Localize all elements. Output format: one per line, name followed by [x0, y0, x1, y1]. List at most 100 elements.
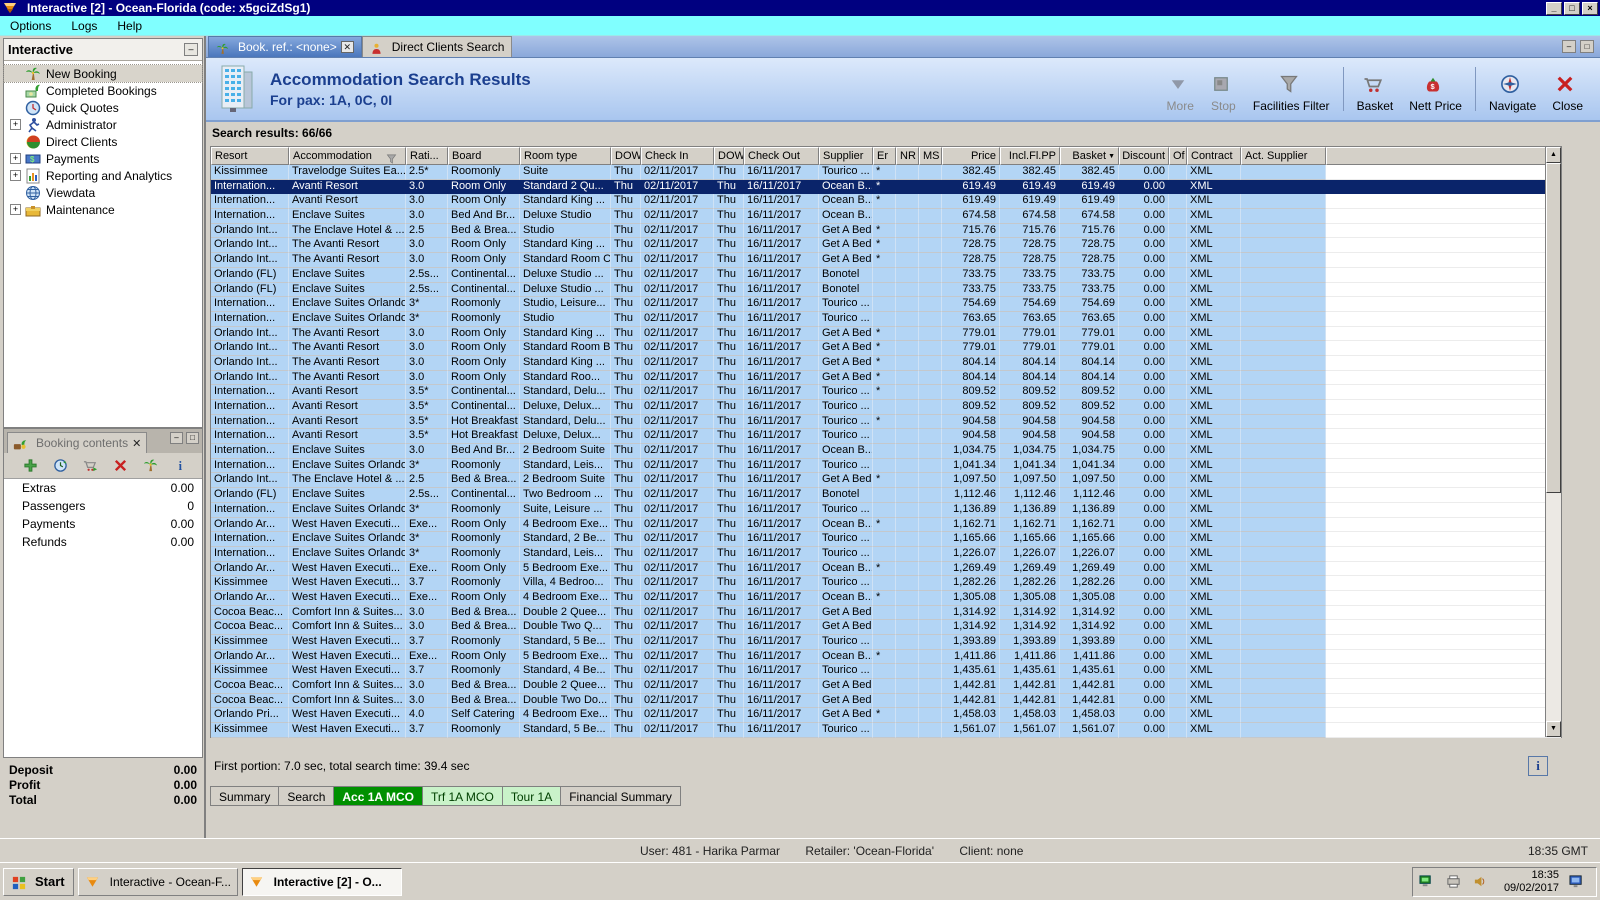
result-row[interactable]: Internation...Enclave Suites Orlando3*Ro…	[211, 312, 1561, 327]
column-header-act-supplier[interactable]: Act. Supplier	[1241, 147, 1326, 165]
menu-item-logs[interactable]: Logs	[61, 17, 107, 35]
result-row[interactable]: Orlando (FL)Enclave Suites2.5s...Contine…	[211, 488, 1561, 503]
column-header-accommodation[interactable]: Accommodation	[289, 147, 406, 165]
column-header-price[interactable]: Price	[942, 147, 1000, 165]
section-tab-acc-1a-mco[interactable]: Acc 1A MCO	[334, 786, 423, 806]
column-header-ms[interactable]: MS	[919, 147, 942, 165]
column-header-dow[interactable]: DOW	[611, 147, 641, 165]
section-tab-tour-1a[interactable]: Tour 1A	[503, 786, 561, 806]
section-tab-summary[interactable]: Summary	[210, 786, 279, 806]
sidebar-item-administrator[interactable]: +Administrator	[4, 116, 202, 133]
result-row[interactable]: Internation...Avanti Resort3.5*Hot Break…	[211, 415, 1561, 430]
doc-restore-icon[interactable]: □	[1580, 40, 1594, 53]
doc-minimize-icon[interactable]: –	[1562, 40, 1576, 53]
volume-tray-icon[interactable]	[1473, 874, 1489, 890]
column-header-rati-[interactable]: Rati...	[406, 147, 448, 165]
expand-plus-icon[interactable]: +	[10, 153, 21, 164]
result-row[interactable]: Orlando Int...The Enclave Hotel & ...2.5…	[211, 473, 1561, 488]
sidebar-item-completed-bookings[interactable]: Completed Bookings	[4, 82, 202, 99]
column-header-nr[interactable]: NR	[896, 147, 919, 165]
info-icon[interactable]: i	[173, 458, 189, 474]
result-row[interactable]: Cocoa Beac...Comfort Inn & Suites...3.0B…	[211, 694, 1561, 709]
column-header-discount[interactable]: Discount	[1119, 147, 1169, 165]
sidebar-item-viewdata[interactable]: Viewdata	[4, 184, 202, 201]
result-row[interactable]: Internation...Enclave Suites Orlando3*Ro…	[211, 297, 1561, 312]
result-row[interactable]: Orlando Ar...West Haven Executi...Exe...…	[211, 591, 1561, 606]
result-row[interactable]: Internation...Enclave Suites3.0Bed And B…	[211, 444, 1561, 459]
column-header-room-type[interactable]: Room type	[520, 147, 611, 165]
column-header-incl-fl-pp[interactable]: Incl.Fl.PP	[1000, 147, 1060, 165]
sidebar-item-payments[interactable]: +$Payments	[4, 150, 202, 167]
vertical-scrollbar[interactable]: ▲ ▼	[1545, 147, 1561, 737]
booking-contents-row[interactable]: Extras0.00	[4, 479, 202, 497]
booking-contents-row[interactable]: Passengers0	[4, 497, 202, 515]
result-row[interactable]: Orlando Ar...West Haven Executi...Exe...…	[211, 518, 1561, 533]
close-tab-icon[interactable]: ✕	[341, 41, 354, 53]
booking-contents-row[interactable]: Payments0.00	[4, 515, 202, 533]
result-row[interactable]: KissimmeeWest Haven Executi...3.7Roomonl…	[211, 723, 1561, 738]
result-row[interactable]: Orlando Pri...West Haven Executi...4.0Se…	[211, 708, 1561, 723]
navigate-button[interactable]: Navigate	[1482, 63, 1543, 115]
result-row[interactable]: Internation...Avanti Resort3.5*Continent…	[211, 385, 1561, 400]
info-button[interactable]: i	[1528, 756, 1548, 776]
result-row[interactable]: KissimmeeWest Haven Executi...3.7Roomonl…	[211, 635, 1561, 650]
result-row[interactable]: Orlando (FL)Enclave Suites2.5s...Contine…	[211, 283, 1561, 298]
result-row[interactable]: Internation...Avanti Resort3.0Room OnlyS…	[211, 180, 1561, 195]
section-tab-financial-summary[interactable]: Financial Summary	[561, 786, 681, 806]
taskbar-task-active[interactable]: Interactive [2] - O...	[242, 868, 402, 896]
scroll-down-icon[interactable]: ▼	[1546, 721, 1561, 737]
facilities-filter-button[interactable]: Facilities Filter	[1246, 63, 1337, 115]
result-row[interactable]: Orlando Int...The Avanti Resort3.0Room O…	[211, 253, 1561, 268]
result-row[interactable]: Internation...Avanti Resort3.5*Continent…	[211, 400, 1561, 415]
minimize-button[interactable]: _	[1546, 2, 1562, 15]
maximize-button[interactable]: □	[1564, 2, 1580, 15]
result-row[interactable]: Internation...Avanti Resort3.0Room OnlyS…	[211, 194, 1561, 209]
column-header-of[interactable]: Of	[1169, 147, 1187, 165]
column-header-basket[interactable]: Basket▼	[1060, 147, 1119, 165]
section-tab-search[interactable]: Search	[279, 786, 334, 806]
result-row[interactable]: KissimmeeWest Haven Executi...3.7Roomonl…	[211, 664, 1561, 679]
result-row[interactable]: Internation...Enclave Suites Orlando3*Ro…	[211, 503, 1561, 518]
column-header-dow[interactable]: DOW	[714, 147, 744, 165]
add-icon[interactable]	[23, 458, 39, 474]
result-row[interactable]: Orlando Ar...West Haven Executi...Exe...…	[211, 650, 1561, 665]
expand-plus-icon[interactable]: +	[10, 204, 21, 215]
result-row[interactable]: Internation...Enclave Suites3.0Bed And B…	[211, 209, 1561, 224]
column-header-resort[interactable]: Resort	[211, 147, 289, 165]
palm-icon[interactable]	[143, 458, 159, 474]
scrollbar-thumb[interactable]	[1546, 163, 1561, 493]
scroll-up-icon[interactable]: ▲	[1546, 147, 1561, 163]
doc-tab-direct-clients-search[interactable]: Direct Clients Search	[362, 36, 513, 57]
expand-plus-icon[interactable]: +	[10, 119, 21, 130]
result-row[interactable]: Internation...Avanti Resort3.5*Hot Break…	[211, 429, 1561, 444]
result-row[interactable]: Cocoa Beac...Comfort Inn & Suites...3.0B…	[211, 679, 1561, 694]
result-row[interactable]: Orlando Int...The Avanti Resort3.0Room O…	[211, 327, 1561, 342]
result-row[interactable]: Orlando Int...The Enclave Hotel & ...2.5…	[211, 224, 1561, 239]
column-header-supplier[interactable]: Supplier	[819, 147, 873, 165]
filter-funnel-icon[interactable]	[386, 151, 397, 162]
close-booking-panel-icon[interactable]: ✕	[132, 437, 141, 450]
close-button[interactable]: Close	[1545, 63, 1590, 115]
close-button[interactable]: ×	[1582, 2, 1598, 15]
column-header-check-out[interactable]: Check Out	[744, 147, 819, 165]
refresh-clock-icon[interactable]	[53, 458, 69, 474]
result-row[interactable]: Internation...Enclave Suites Orlando3*Ro…	[211, 532, 1561, 547]
sidebar-item-maintenance[interactable]: +Maintenance	[4, 201, 202, 218]
column-header-er[interactable]: Er	[873, 147, 896, 165]
result-row[interactable]: KissimmeeTravelodge Suites Ea...2.5*Room…	[211, 165, 1561, 180]
column-header-check-in[interactable]: Check In	[641, 147, 714, 165]
nett-price-button[interactable]: $Nett Price	[1402, 63, 1469, 115]
result-row[interactable]: Orlando Int...The Avanti Resort3.0Room O…	[211, 371, 1561, 386]
result-row[interactable]: Orlando Ar...West Haven Executi...Exe...…	[211, 562, 1561, 577]
sidebar-item-direct-clients[interactable]: Direct Clients	[4, 133, 202, 150]
result-row[interactable]: Internation...Enclave Suites Orlando3*Ro…	[211, 459, 1561, 474]
printer-tray-icon[interactable]	[1446, 874, 1462, 890]
result-row[interactable]: Internation...Enclave Suites Orlando3*Ro…	[211, 547, 1561, 562]
column-header-board[interactable]: Board	[448, 147, 520, 165]
sidebar-item-quick-quotes[interactable]: Quick Quotes	[4, 99, 202, 116]
expand-plus-icon[interactable]: +	[10, 170, 21, 181]
menu-item-options[interactable]: Options	[0, 17, 61, 35]
sidebar-item-reporting-and-analytics[interactable]: +Reporting and Analytics	[4, 167, 202, 184]
column-header-contract[interactable]: Contract	[1187, 147, 1241, 165]
result-row[interactable]: Orlando Int...The Avanti Resort3.0Room O…	[211, 356, 1561, 371]
